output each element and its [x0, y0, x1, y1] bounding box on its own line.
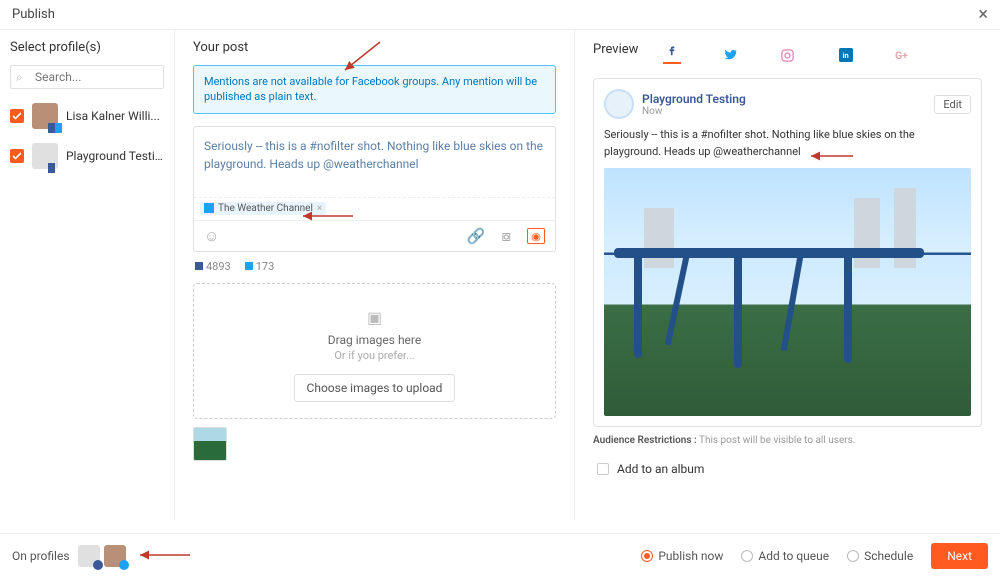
remove-tag-icon[interactable]: ×: [317, 203, 322, 214]
audience-restrictions: Audience Restrictions : This post will b…: [593, 435, 982, 446]
bottom-bar: On profiles Publish now Add to queue Sch…: [0, 533, 1000, 577]
preview-image: [604, 168, 971, 416]
page-name[interactable]: Playground Testing: [642, 92, 746, 106]
tab-twitter[interactable]: [721, 46, 739, 64]
dropzone-sub: Or if you prefer...: [204, 349, 545, 362]
close-icon[interactable]: ×: [978, 4, 988, 25]
post-textarea[interactable]: Seriously -- this is a #nofilter shot. N…: [194, 127, 555, 197]
mention-tag[interactable]: The Weather Channel ×: [200, 202, 326, 215]
image-thumbnail[interactable]: [193, 427, 227, 461]
svg-text:in: in: [842, 51, 848, 60]
album-label: Add to an album: [617, 462, 704, 476]
mention-label: The Weather Channel: [218, 203, 313, 214]
tab-linkedin[interactable]: in: [837, 46, 855, 64]
checkbox-icon[interactable]: [10, 149, 24, 163]
profile-row[interactable]: Lisa Kalner Willi...: [10, 103, 164, 129]
video-icon[interactable]: ⧇: [501, 227, 511, 245]
preview-panel: in G+ Playground Testing Now Edit Seriou…: [575, 30, 1000, 520]
post-time: Now: [642, 106, 746, 117]
twitter-icon: [204, 203, 214, 213]
mentions-alert: Mentions are not available for Facebook …: [193, 65, 556, 114]
facebook-icon: [195, 262, 203, 270]
preview-text: Seriously -- this is a #nofilter shot. N…: [604, 127, 971, 160]
page-avatar: [604, 89, 634, 119]
profiles-panel: Select profile(s) ⌕ Lisa Kalner Willi...…: [0, 30, 175, 520]
tab-facebook[interactable]: [663, 46, 681, 64]
mini-avatar[interactable]: [104, 545, 126, 567]
search-icon: ⌕: [16, 70, 23, 85]
preview-tabs: in G+: [593, 46, 982, 64]
image-dropzone[interactable]: ▣ Drag images here Or if you prefer... C…: [193, 283, 556, 419]
avatar: [32, 143, 58, 169]
camera-icon[interactable]: ◉: [527, 228, 545, 244]
mini-avatar[interactable]: [78, 545, 100, 567]
composer-panel: Your post Mentions are not available for…: [175, 30, 575, 520]
char-counts: 4893 173: [193, 260, 556, 273]
profile-row[interactable]: Playground Testi...: [10, 143, 164, 169]
search-wrapper: ⌕: [10, 65, 164, 89]
twitter-icon: [245, 262, 253, 270]
composer-box: Seriously -- this is a #nofilter shot. N…: [193, 126, 556, 253]
choose-images-button[interactable]: Choose images to upload: [294, 374, 456, 402]
tab-instagram[interactable]: [779, 46, 797, 64]
on-profiles-label: On profiles: [12, 549, 70, 563]
avatar: [32, 103, 58, 129]
preview-heading: Preview: [593, 42, 638, 57]
profiles-heading: Select profile(s): [10, 40, 164, 55]
window-title: Publish: [12, 7, 55, 22]
album-checkbox[interactable]: [597, 463, 609, 475]
dropzone-title: Drag images here: [204, 333, 545, 347]
image-icon: ▣: [204, 308, 545, 327]
emoji-icon[interactable]: ☺: [204, 227, 219, 245]
tab-googleplus[interactable]: G+: [895, 46, 913, 64]
schedule-radio[interactable]: Schedule: [847, 549, 913, 563]
publish-now-radio[interactable]: Publish now: [641, 549, 723, 563]
preview-card: Playground Testing Now Edit Seriously --…: [593, 78, 982, 427]
composer-heading: Your post: [193, 40, 556, 55]
search-input[interactable]: [10, 65, 164, 89]
profile-label: Lisa Kalner Willi...: [66, 109, 160, 123]
add-to-album-row[interactable]: Add to an album: [593, 462, 982, 476]
next-button[interactable]: Next: [931, 543, 988, 569]
add-to-queue-radio[interactable]: Add to queue: [741, 549, 829, 563]
link-icon[interactable]: 🔗: [467, 227, 486, 245]
checkbox-icon[interactable]: [10, 109, 24, 123]
svg-text:G+: G+: [895, 49, 908, 62]
edit-button[interactable]: Edit: [934, 95, 971, 114]
profile-label: Playground Testi...: [66, 149, 164, 163]
